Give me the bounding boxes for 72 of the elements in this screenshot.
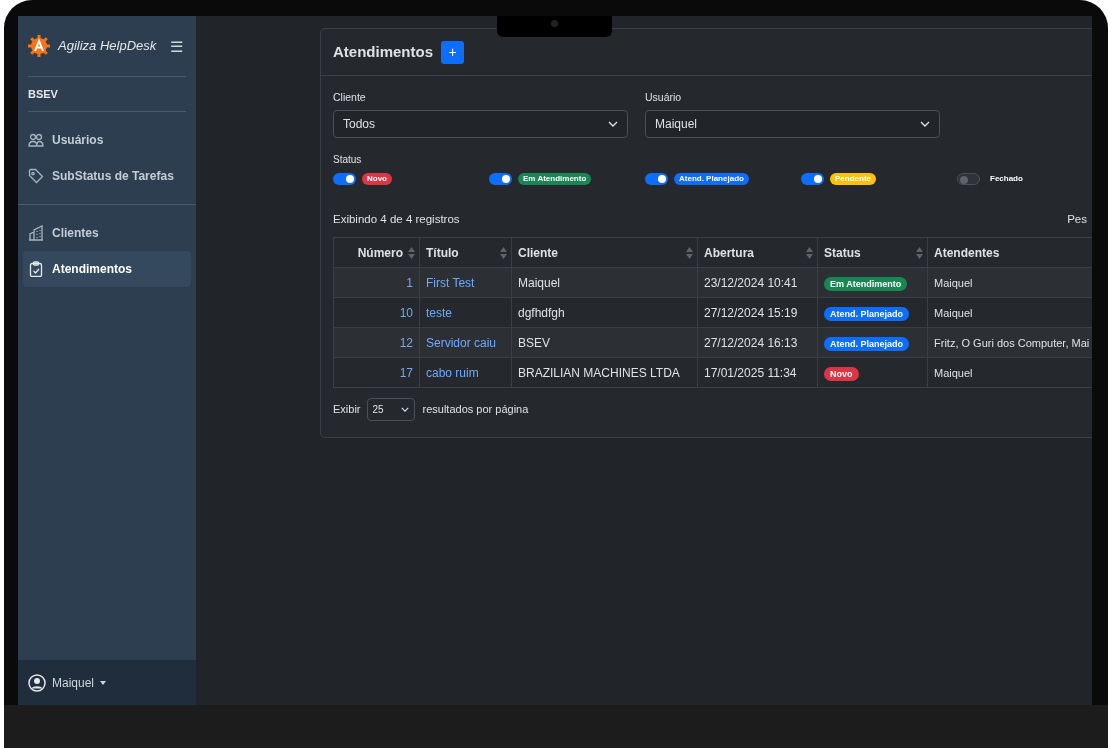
building-icon (28, 225, 44, 241)
caret-icon (100, 680, 107, 685)
status-badge: Atend. Planejado (824, 306, 909, 321)
toggle-switch[interactable] (645, 172, 668, 185)
chevron-icon (608, 120, 618, 127)
tag-icon (28, 168, 44, 184)
column-header[interactable]: Número (333, 237, 420, 268)
status-badge: Novo (362, 172, 392, 185)
select-field[interactable]: Todos (333, 109, 628, 138)
status-badge: Em Atendimento (824, 276, 908, 291)
sidebar-item[interactable]: Atendimentos (23, 251, 191, 287)
chevron-icon (920, 120, 930, 127)
column-header[interactable]: Cliente (511, 237, 698, 268)
select-field[interactable]: Maiquel (645, 109, 940, 138)
user-menu[interactable]: Maiquel (28, 673, 107, 692)
table-cell: 17/01/2025 11:34 (704, 365, 797, 380)
chevron-icon (400, 407, 409, 412)
sidebar-item[interactable]: Clientes (23, 215, 191, 251)
add-button[interactable]: + (441, 40, 464, 64)
company-name: BSEV (27, 86, 59, 102)
table-cell: Fritz, O Guri dos Computer, Mai (934, 336, 1090, 349)
toggle-switch[interactable] (489, 172, 512, 185)
field-label: Usuário (645, 90, 683, 105)
table-cell: 27/12/2024 15:19 (704, 305, 798, 320)
sort-icon (806, 247, 813, 259)
table-cell: BRAZILIAN MACHINES LTDA (518, 365, 680, 380)
column-header[interactable]: Status (817, 237, 928, 268)
ticket-number: 1 (406, 275, 413, 290)
table-cell: BSEV (518, 335, 550, 350)
avatar-icon (28, 673, 46, 692)
status-badge: Atend. Planejado (824, 336, 909, 351)
status-text: Fechado (990, 172, 1023, 185)
table-cell: Maiquel (934, 276, 973, 289)
sort-icon (686, 247, 693, 259)
brand-name: Agiliza HelpDesk (58, 37, 157, 56)
table-cell: Maiquel (518, 275, 561, 290)
status-badge: Pendente (830, 172, 876, 185)
table-cell: dgfhdfgh (518, 305, 565, 320)
table-cell: Maiquel (934, 306, 973, 319)
table-cell: 23/12/2024 10:41 (704, 275, 798, 290)
column-header[interactable]: Abertura (697, 237, 818, 268)
toggle-switch[interactable] (801, 172, 824, 185)
table-cell: Maiquel (934, 366, 973, 379)
toggle-switch[interactable] (333, 172, 356, 185)
search-label: Pes (1067, 211, 1087, 227)
clipboard-icon (28, 261, 44, 277)
status-badge: Novo (824, 366, 859, 381)
column-header[interactable]: Atendentes (927, 237, 1092, 268)
sort-icon (916, 247, 923, 259)
table-cell: 27/12/2024 16:13 (704, 335, 798, 350)
logo-icon (28, 35, 50, 57)
sidebar-item[interactable]: Usuários (23, 122, 191, 158)
status-badge: Em Atendimento (518, 172, 592, 185)
page-size-label: Exibir (333, 402, 361, 418)
ticket-number: 12 (399, 335, 413, 350)
toggle-switch[interactable] (957, 172, 980, 185)
ticket-number: 10 (399, 305, 413, 320)
page-title: Atendimentos (333, 41, 433, 62)
ticket-number: 17 (399, 365, 413, 380)
page-size-select[interactable]: 25 (366, 398, 415, 421)
sort-icon (500, 247, 507, 259)
status-label: Status (333, 152, 363, 167)
sidebar-item[interactable]: SubStatus de Tarefas (23, 158, 191, 194)
records-info: Exibindo 4 de 4 registros (333, 211, 460, 227)
status-badge: Atend. Planejado (674, 172, 749, 185)
page-size-suffix: resultados por página (422, 402, 529, 418)
ticket-link[interactable]: teste (426, 305, 452, 320)
field-label: Cliente (333, 90, 367, 105)
users-icon (28, 132, 44, 148)
menu-button[interactable]: ☰ (170, 38, 184, 54)
column-header[interactable]: Título (419, 237, 512, 268)
sort-icon (408, 247, 415, 259)
